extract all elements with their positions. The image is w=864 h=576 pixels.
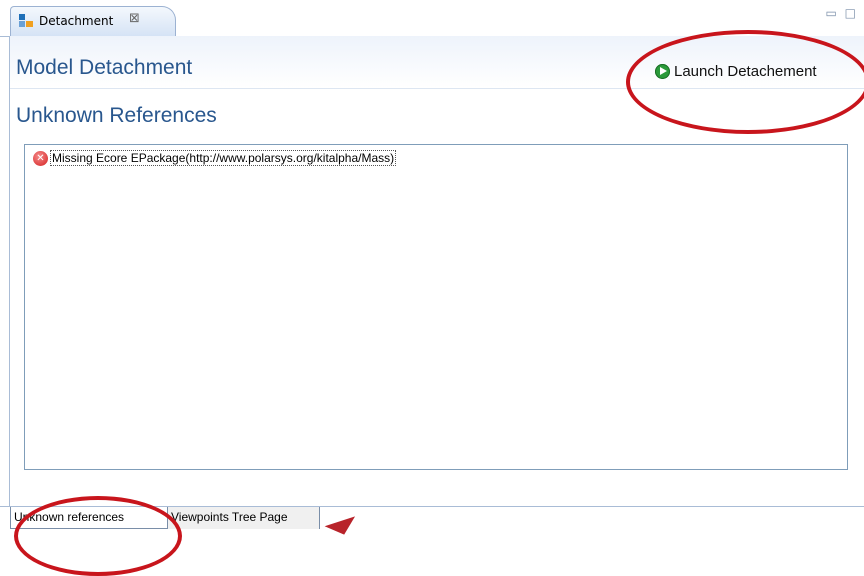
launch-detachment-label: Launch Detachement <box>674 62 817 80</box>
run-icon <box>655 63 670 79</box>
list-item-text: Missing Ecore EPackage(http://www.polars… <box>50 150 397 166</box>
maximize-icon[interactable]: □ <box>845 6 858 20</box>
editor-tab-detachment[interactable]: Detachment ⊠ <box>10 6 176 36</box>
annotation-arrow <box>324 516 360 540</box>
launch-detachment-button[interactable]: Launch Detachement <box>655 58 817 84</box>
detachment-form: Model Detachment Launch Detachement Unkn… <box>9 36 864 506</box>
page-tab-strip: Unknown references Viewpoints Tree Page <box>0 506 864 554</box>
detachment-editor-icon <box>19 14 33 28</box>
window-controls: ▭ □ <box>825 6 858 20</box>
tab-unknown-references[interactable]: Unknown references <box>10 507 168 529</box>
minimize-icon[interactable]: ▭ <box>825 6 838 20</box>
close-icon[interactable]: ⊠ <box>129 11 140 26</box>
page-title: Model Detachment <box>16 56 193 79</box>
list-item[interactable]: ✕ Missing Ecore EPackage(http://www.pola… <box>33 149 397 167</box>
unknown-references-list[interactable]: ✕ Missing Ecore EPackage(http://www.pola… <box>24 144 848 470</box>
editor-tab-strip: Detachment ⊠ ▭ □ <box>0 0 864 37</box>
section-title: Unknown References <box>16 104 217 127</box>
form-header: Model Detachment Launch Detachement <box>10 36 864 89</box>
editor-tab-label: Detachment <box>39 14 114 28</box>
tab-viewpoints-tree-page[interactable]: Viewpoints Tree Page <box>168 507 320 529</box>
error-icon: ✕ <box>33 150 48 166</box>
